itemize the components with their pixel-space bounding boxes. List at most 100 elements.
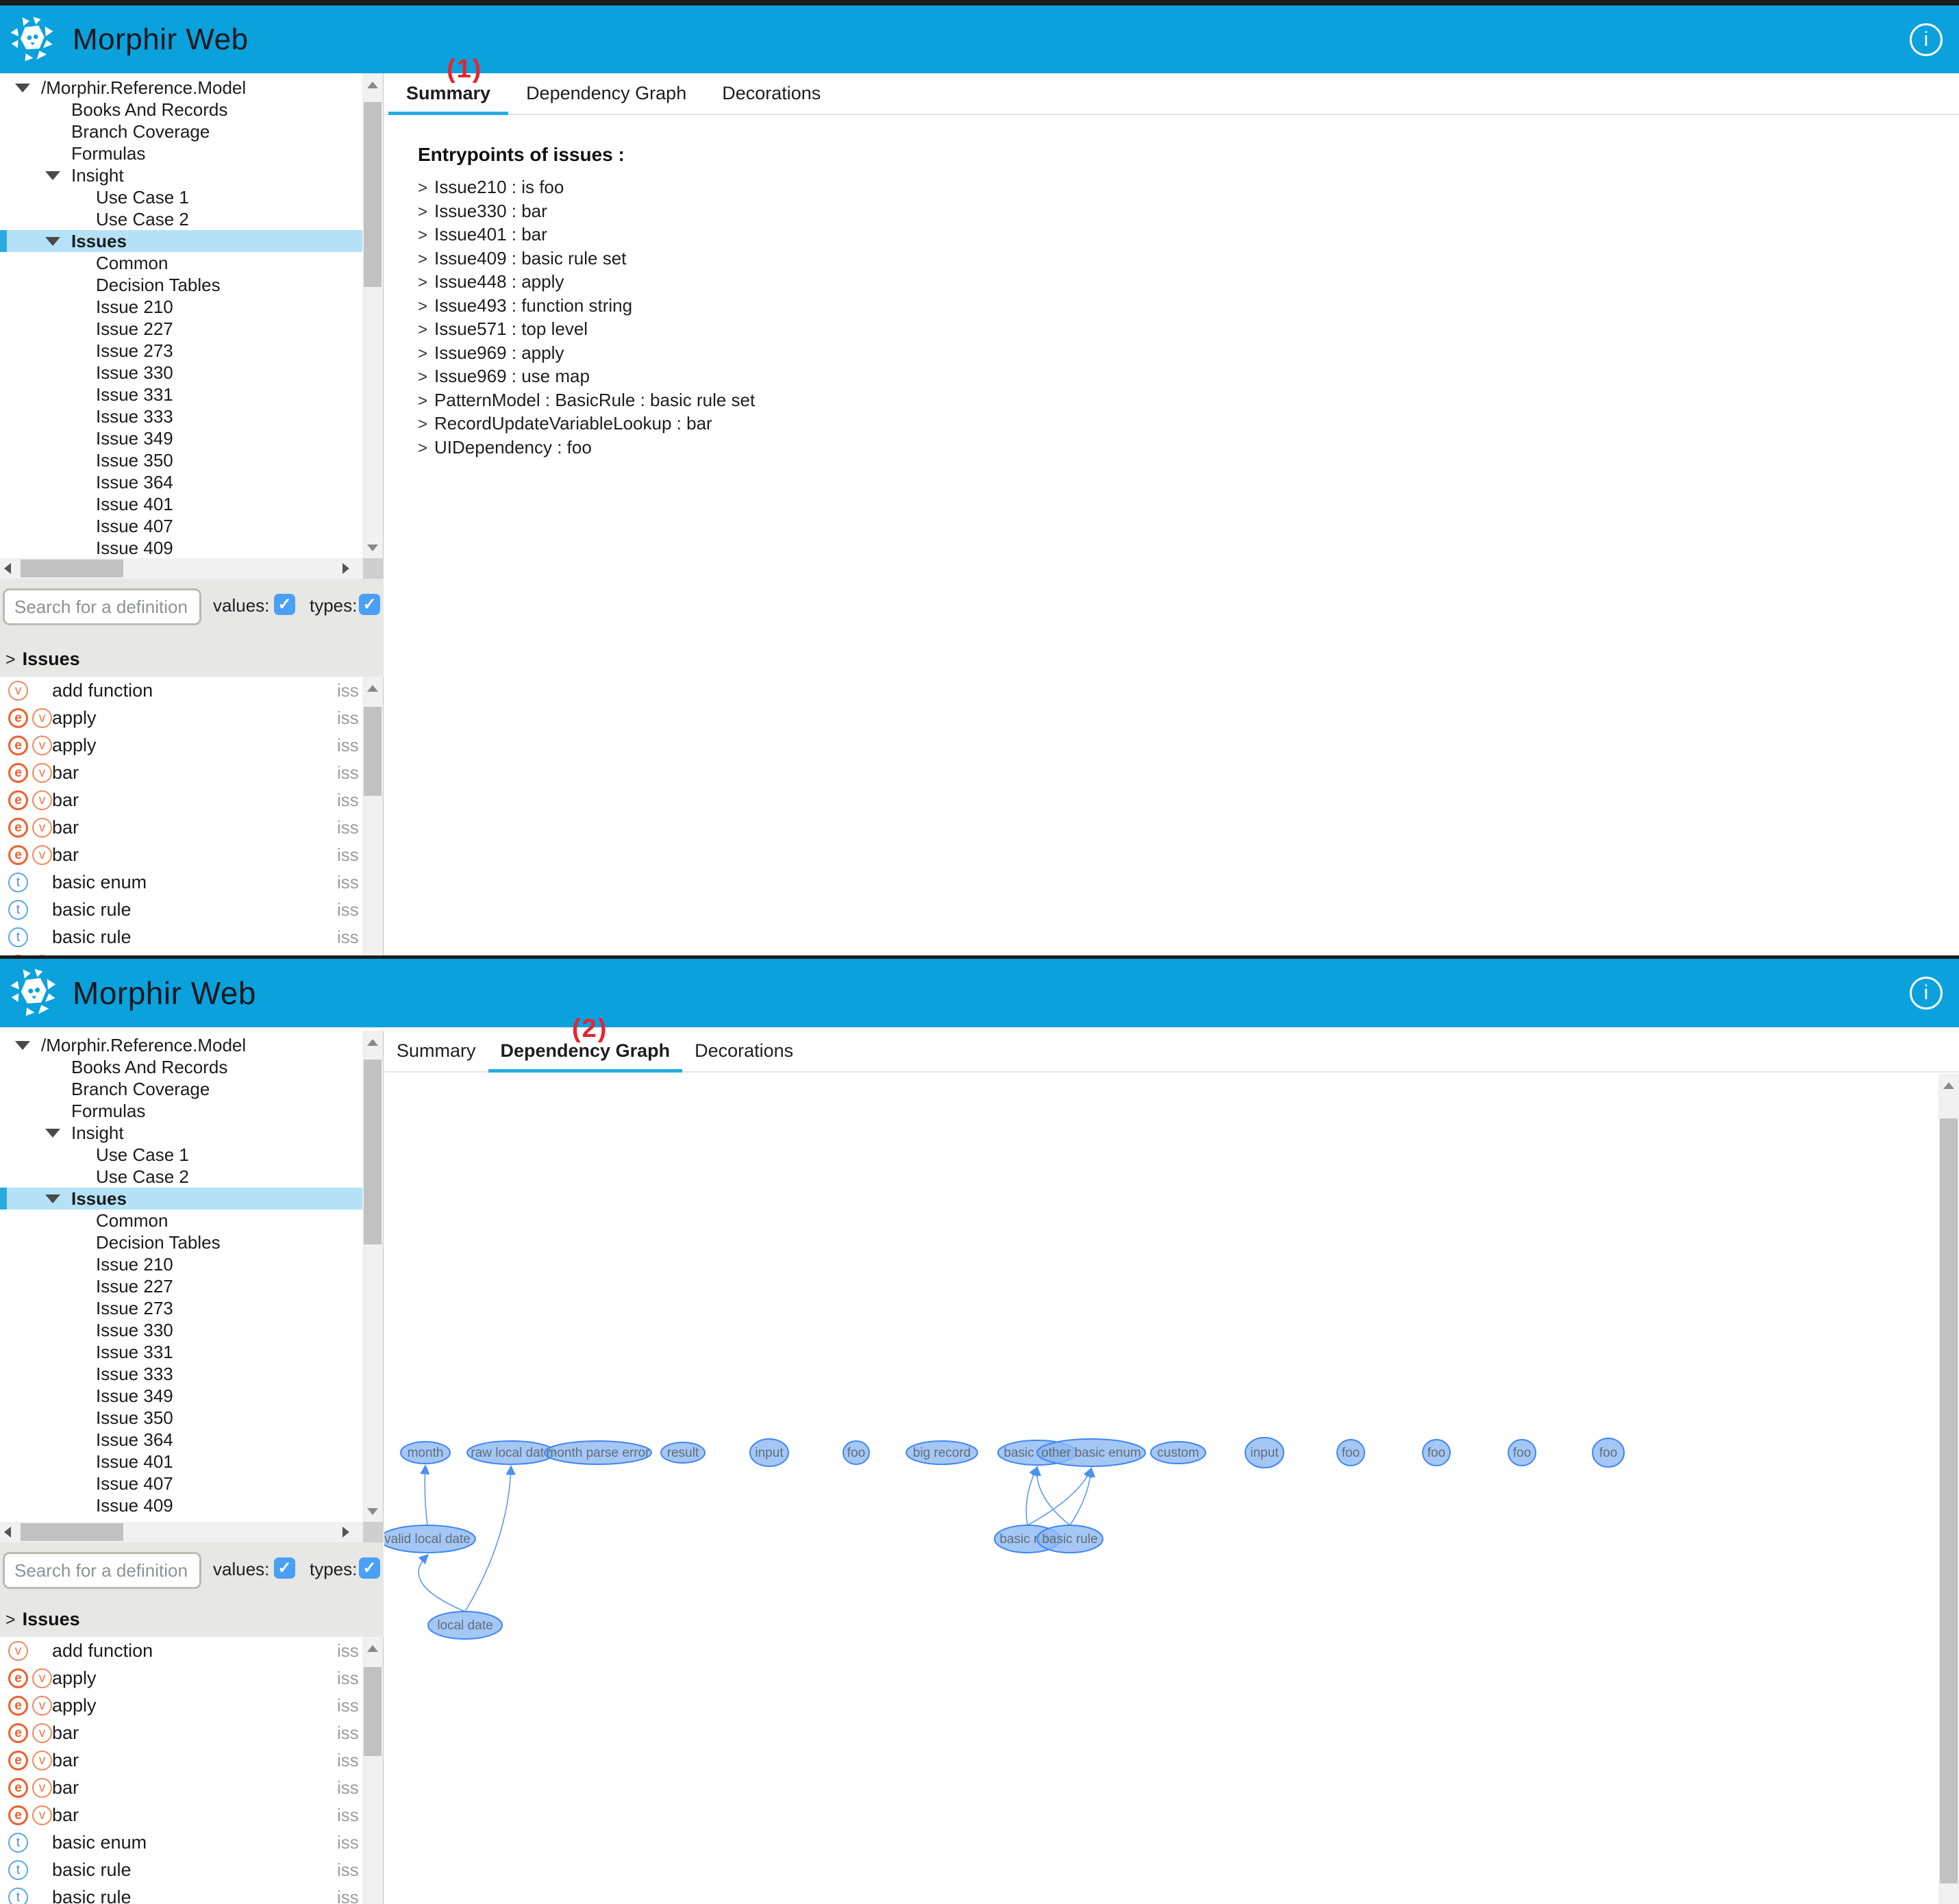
tree-item[interactable]: Issue 401: [0, 1451, 363, 1473]
tree-item[interactable]: Issue 331: [0, 1341, 363, 1363]
tree-item[interactable]: Issue 409: [0, 1494, 363, 1516]
graph-node[interactable]: local date: [428, 1612, 502, 1639]
tree-item[interactable]: Insight: [0, 164, 363, 186]
tree-item[interactable]: Issue 407: [0, 515, 363, 537]
values-checkbox[interactable]: ✓: [274, 1557, 295, 1579]
scroll-up-icon[interactable]: [367, 1645, 378, 1652]
tree-horizontal-thumb[interactable]: [21, 1523, 123, 1541]
caret-down-icon[interactable]: [15, 1041, 30, 1050]
info-icon[interactable]: i: [1910, 977, 1943, 1010]
tree-item[interactable]: Issue 409: [0, 537, 363, 558]
graph-scrollbar-thumb[interactable]: [1940, 1118, 1958, 1883]
tree-item[interactable]: Issue 330: [0, 1319, 363, 1341]
tree-item[interactable]: Books And Records: [0, 99, 363, 121]
definition-row[interactable]: ev bar iss: [0, 1719, 363, 1746]
tree-item[interactable]: Formulas: [0, 142, 363, 164]
definition-row[interactable]: ev bar iss: [0, 786, 363, 814]
definition-row[interactable]: ev apply iss: [0, 1664, 363, 1692]
definition-row[interactable]: ev bar iss: [0, 1801, 363, 1829]
scroll-up-icon[interactable]: [1943, 1082, 1954, 1089]
graph-node[interactable]: foo: [843, 1441, 869, 1464]
graph-node[interactable]: month: [401, 1442, 450, 1464]
tree-item[interactable]: /Morphir.Reference.Model: [0, 1034, 363, 1056]
definition-row[interactable]: v add function iss: [0, 677, 363, 704]
definition-row[interactable]: t basic rule iss: [0, 1883, 363, 1904]
graph-node[interactable]: foo: [1508, 1440, 1536, 1466]
tree-item[interactable]: Formulas: [0, 1100, 363, 1122]
tree-horizontal-scrollbar[interactable]: [0, 1522, 384, 1542]
tree-item[interactable]: Issue 330: [0, 362, 363, 384]
defs-scrollbar-thumb[interactable]: [364, 707, 382, 796]
definition-row[interactable]: t basic enum iss: [0, 868, 363, 896]
scroll-left-icon[interactable]: [4, 1527, 11, 1538]
tree-scrollbar[interactable]: [362, 73, 383, 558]
scroll-down-icon[interactable]: [367, 544, 378, 551]
entrypoint-item[interactable]: >UIDependency : foo: [418, 436, 755, 460]
tree-item[interactable]: Issue 401: [0, 493, 363, 515]
tree-item[interactable]: Branch Coverage: [0, 121, 363, 142]
tab-summary[interactable]: Summary: [384, 1031, 488, 1073]
tree-item[interactable]: Issue 407: [0, 1473, 363, 1494]
tree-item[interactable]: Issues: [0, 230, 363, 252]
definition-row[interactable]: t basic rule iss: [0, 896, 363, 923]
definition-row[interactable]: ev apply iss: [0, 704, 363, 731]
values-checkbox[interactable]: ✓: [274, 594, 295, 615]
tree-item[interactable]: Issue 364: [0, 1429, 363, 1451]
graph-node[interactable]: big record: [906, 1441, 977, 1464]
tree-item[interactable]: Use Case 1: [0, 186, 363, 208]
entrypoint-item[interactable]: >Issue401 : bar: [418, 223, 755, 247]
tree-item[interactable]: Issue 210: [0, 1253, 363, 1275]
tree-item[interactable]: Use Case 2: [0, 208, 363, 230]
scroll-left-icon[interactable]: [4, 563, 11, 574]
definition-row[interactable]: t basic rule iss: [0, 1856, 363, 1883]
tree-item[interactable]: Issue 350: [0, 1407, 363, 1429]
graph-node[interactable]: basic rule: [1037, 1525, 1103, 1553]
scroll-right-icon[interactable]: [342, 1527, 349, 1538]
entrypoint-item[interactable]: >Issue330 : bar: [418, 200, 755, 224]
tree-horizontal-thumb[interactable]: [21, 560, 123, 577]
definition-row[interactable]: v add function iss: [0, 1637, 363, 1664]
tree-item[interactable]: Issue 333: [0, 405, 363, 427]
tree-item[interactable]: Issue 333: [0, 1363, 363, 1385]
entrypoint-item[interactable]: >Issue210 : is foo: [418, 176, 755, 200]
caret-down-icon[interactable]: [45, 237, 60, 246]
tree-item[interactable]: Issue 364: [0, 471, 363, 493]
caret-down-icon[interactable]: [45, 171, 60, 180]
tree-item[interactable]: Issue 210: [0, 296, 363, 318]
tree-item[interactable]: Common: [0, 252, 363, 274]
defs-group-header[interactable]: >Issues: [0, 644, 384, 677]
types-checkbox[interactable]: ✓: [359, 1557, 380, 1579]
tree-item[interactable]: Use Case 2: [0, 1166, 363, 1188]
definition-row[interactable]: t basic rule iss: [0, 923, 363, 951]
entrypoint-item[interactable]: >PatternModel : BasicRule : basic rule s…: [418, 389, 755, 413]
definition-row[interactable]: ev bar iss: [0, 814, 363, 841]
entrypoint-item[interactable]: >RecordUpdateVariableLookup : bar: [418, 412, 755, 436]
tree-item[interactable]: Books And Records: [0, 1056, 363, 1078]
definition-row[interactable]: ev bar iss: [0, 1746, 363, 1774]
defs-scrollbar[interactable]: [362, 1637, 383, 1904]
graph-node[interactable]: foo: [1423, 1440, 1450, 1466]
graph-node[interactable]: raw local date: [467, 1441, 555, 1464]
entrypoint-item[interactable]: >Issue969 : use map: [418, 365, 755, 389]
definition-row[interactable]: ev basic rule set iss: [0, 951, 363, 955]
tree-item[interactable]: Issue 273: [0, 1297, 363, 1319]
tab-decorations[interactable]: Decorations: [704, 73, 838, 115]
definition-row[interactable]: ev apply iss: [0, 1692, 363, 1719]
tree-item[interactable]: Issue 349: [0, 427, 363, 449]
definition-row[interactable]: t basic enum iss: [0, 1829, 363, 1856]
definition-row[interactable]: ev bar iss: [0, 1774, 363, 1801]
graph-node[interactable]: other basic enum: [1037, 1439, 1145, 1466]
tab-decorations[interactable]: Decorations: [682, 1031, 806, 1073]
definition-row[interactable]: ev bar iss: [0, 841, 363, 868]
tree-scrollbar-thumb[interactable]: [364, 1060, 382, 1244]
tree-item[interactable]: Decision Tables: [0, 274, 363, 296]
graph-scrollbar[interactable]: [1938, 1074, 1959, 1904]
tree-item[interactable]: Use Case 1: [0, 1144, 363, 1166]
tree-item[interactable]: /Morphir.Reference.Model: [0, 77, 363, 99]
definition-row[interactable]: ev apply iss: [0, 731, 363, 759]
entrypoint-item[interactable]: >Issue448 : apply: [418, 271, 755, 295]
defs-scrollbar-thumb[interactable]: [364, 1667, 382, 1756]
tree-item[interactable]: Insight: [0, 1122, 363, 1144]
definition-row[interactable]: ev bar iss: [0, 759, 363, 786]
defs-group-header[interactable]: >Issues: [0, 1604, 384, 1637]
